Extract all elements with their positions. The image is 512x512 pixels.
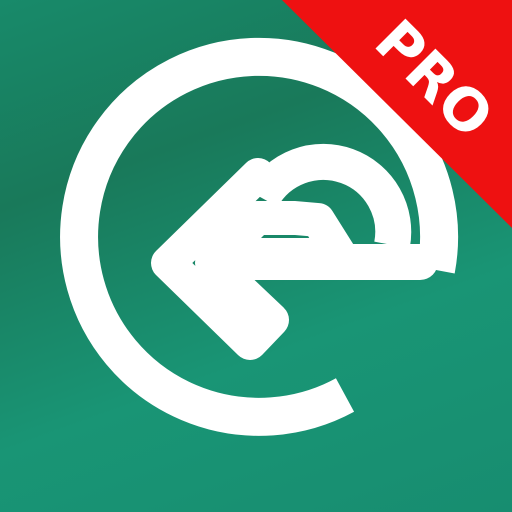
- pro-ribbon: PRO: [282, 0, 512, 228]
- app-icon: PRO: [0, 0, 512, 512]
